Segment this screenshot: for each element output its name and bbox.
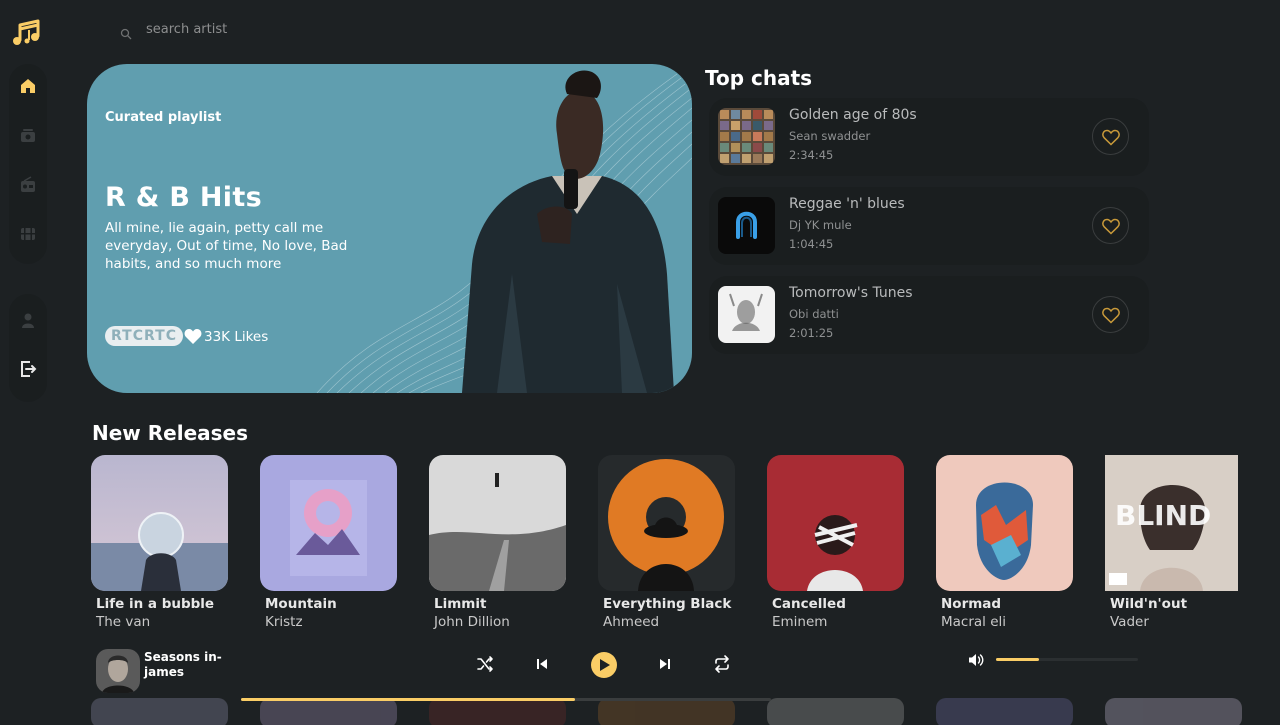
- release-title: Normad: [941, 596, 1002, 612]
- playback-progress[interactable]: [241, 698, 771, 701]
- release-card[interactable]: Life in a bubble The van: [91, 455, 228, 630]
- release-cover: BLIND: [1105, 455, 1238, 591]
- chart-artist: Obi datti: [789, 307, 839, 321]
- chart-cover: [718, 286, 775, 343]
- release-title: Limmit: [434, 596, 487, 612]
- chart-card[interactable]: Reggae 'n' blues Dj YK mule 1:04:45: [709, 187, 1149, 265]
- volume-slider[interactable]: [996, 658, 1138, 661]
- volume-icon[interactable]: [967, 651, 985, 669]
- heart-icon: [1102, 307, 1120, 324]
- release-cover: [936, 455, 1073, 591]
- release-cover: [429, 455, 566, 591]
- release-cover: [598, 455, 735, 591]
- play-icon: [600, 659, 610, 671]
- release-artist: Ahmeed: [603, 614, 660, 630]
- favorite-button[interactable]: [1092, 296, 1129, 333]
- release-card[interactable]: Normad Macral eli: [936, 455, 1073, 630]
- release-card[interactable]: Cancelled Eminem: [767, 455, 904, 630]
- release-artist: The van: [96, 614, 151, 630]
- release-artist: Macral eli: [941, 614, 1007, 630]
- chart-card[interactable]: Golden age of 80s Sean swadder 2:34:45: [709, 98, 1149, 176]
- search-bar: [120, 18, 420, 40]
- player-blurred-background: [91, 698, 1242, 725]
- now-playing-cover: [96, 649, 140, 693]
- profile-icon[interactable]: [19, 311, 37, 329]
- chart-cover: [718, 197, 775, 254]
- curated-playlist-banner[interactable]: Curated playlist R & B Hits All mine, li…: [87, 64, 692, 393]
- app-logo: [12, 16, 44, 48]
- previous-icon[interactable]: [532, 654, 552, 674]
- release-card[interactable]: Limmit John Dillion: [429, 455, 566, 630]
- release-artist: Eminem: [772, 614, 828, 630]
- chart-artist: Sean swadder: [789, 129, 871, 143]
- release-card[interactable]: Everything Black Ahmeed: [598, 455, 735, 630]
- heart-icon: [1102, 129, 1120, 146]
- chart-card[interactable]: Tomorrow's Tunes Obi datti 2:01:25: [709, 276, 1149, 354]
- shuffle-icon[interactable]: [475, 654, 495, 674]
- release-title: Cancelled: [772, 596, 846, 612]
- heart-icon: [1102, 218, 1120, 235]
- chart-title: Golden age of 80s: [789, 107, 917, 123]
- repeat-icon[interactable]: [712, 654, 732, 674]
- hero-title: R & B Hits: [105, 182, 262, 213]
- search-icon[interactable]: [120, 25, 132, 40]
- hero-description: All mine, lie again, petty call me every…: [105, 220, 348, 272]
- chart-duration: 2:34:45: [789, 148, 834, 162]
- chart-cover: [718, 108, 775, 165]
- release-cover: [91, 455, 228, 591]
- chart-title: Tomorrow's Tunes: [789, 285, 913, 301]
- hero-likes: 33K Likes: [204, 329, 269, 345]
- hero-avatars: RTCRTC: [105, 326, 183, 346]
- top-charts-title: Top chats: [705, 66, 813, 90]
- home-icon[interactable]: [19, 77, 37, 95]
- logout-icon[interactable]: [19, 360, 37, 378]
- release-title: Life in a bubble: [96, 596, 215, 612]
- release-card[interactable]: BLIND Wild'n'out Vader: [1105, 455, 1238, 630]
- chart-duration: 1:04:45: [789, 237, 834, 251]
- next-icon[interactable]: [655, 654, 675, 674]
- search-input[interactable]: [146, 21, 386, 37]
- video-icon[interactable]: [19, 225, 37, 243]
- favorite-button[interactable]: [1092, 118, 1129, 155]
- release-card[interactable]: Mountain Kristz: [260, 455, 397, 630]
- chart-duration: 2:01:25: [789, 326, 834, 340]
- playback-progress-fill: [241, 698, 575, 701]
- release-cover: [260, 455, 397, 591]
- play-button[interactable]: [591, 652, 617, 678]
- release-artist: Kristz: [265, 614, 303, 630]
- new-releases-title: New Releases: [92, 421, 248, 445]
- chart-artist: Dj YK mule: [789, 218, 852, 232]
- collection-icon[interactable]: [19, 126, 37, 144]
- release-title: Wild'n'out: [1110, 596, 1188, 612]
- hero-label: Curated playlist: [105, 110, 222, 125]
- svg-text:BLIND: BLIND: [1115, 499, 1211, 532]
- hero-artist-image: [462, 70, 674, 393]
- release-artist: John Dillion: [434, 614, 510, 630]
- volume-slider-fill: [996, 658, 1039, 661]
- radio-icon[interactable]: [19, 176, 37, 194]
- release-title: Mountain: [265, 596, 337, 612]
- heart-icon[interactable]: [184, 328, 202, 345]
- release-title: Everything Black: [603, 596, 732, 612]
- release-cover: [767, 455, 904, 591]
- chart-title: Reggae 'n' blues: [789, 196, 905, 212]
- now-playing-title: Seasons in-james: [144, 650, 222, 679]
- release-artist: Vader: [1110, 614, 1149, 630]
- favorite-button[interactable]: [1092, 207, 1129, 244]
